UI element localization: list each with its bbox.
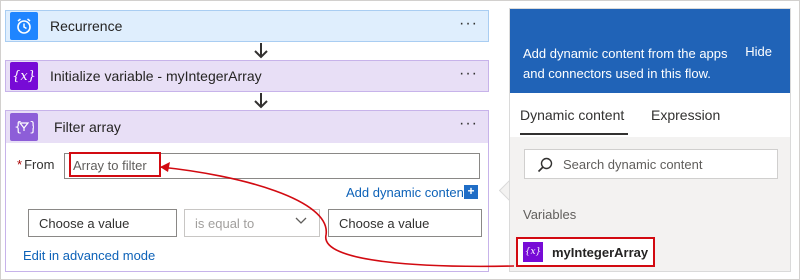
recurrence-card[interactable]: Recurrence ··· xyxy=(5,10,489,42)
flow-arrow-down-icon xyxy=(254,93,268,109)
condition-operator-select[interactable]: is equal to xyxy=(184,209,320,237)
filter-array-header[interactable]: { } Filter array ··· xyxy=(6,111,488,143)
flow-arrow-down-icon xyxy=(254,43,268,59)
filter-array-more-button[interactable]: ··· xyxy=(459,116,478,132)
panel-header: Add dynamic content from the apps and co… xyxy=(510,9,790,93)
required-mark: * xyxy=(17,157,23,172)
dynamic-content-list: Search dynamic content Variables {x} myI… xyxy=(510,137,790,271)
from-input-highlight xyxy=(69,152,161,177)
chevron-down-icon xyxy=(295,217,307,224)
edit-advanced-mode-link[interactable]: Edit in advanced mode xyxy=(23,248,155,263)
active-tab-indicator xyxy=(520,133,628,135)
condition-right-placeholder: Choose a value xyxy=(339,216,430,231)
recurrence-more-button[interactable]: ··· xyxy=(459,16,478,32)
search-icon xyxy=(537,157,553,173)
filter-array-card: { } Filter array ··· *From Array to filt… xyxy=(5,110,489,272)
add-dynamic-content-link[interactable]: Add dynamic content xyxy=(346,185,467,200)
hide-button[interactable]: Hide xyxy=(745,44,772,59)
condition-left-input[interactable]: Choose a value xyxy=(28,209,177,237)
variable-icon-glyph: {x} xyxy=(12,68,36,84)
tab-expression[interactable]: Expression xyxy=(651,107,720,123)
variables-section-label: Variables xyxy=(523,207,577,222)
recurrence-title: Recurrence xyxy=(50,18,123,34)
filter-array-title: Filter array xyxy=(54,119,121,135)
alarm-clock-icon xyxy=(10,12,38,40)
tab-dynamic-content[interactable]: Dynamic content xyxy=(520,107,624,123)
condition-right-input[interactable]: Choose a value xyxy=(328,209,482,237)
variable-item-myintegerarray[interactable]: {x} myIntegerArray xyxy=(516,237,655,267)
filter-icon: { } xyxy=(10,113,38,141)
initialize-variable-title: Initialize variable - myIntegerArray xyxy=(50,68,262,84)
from-label-text: From xyxy=(24,157,55,172)
panel-tabs: Dynamic content Expression xyxy=(510,93,790,138)
search-input[interactable]: Search dynamic content xyxy=(524,149,778,179)
add-dynamic-content-plus-icon[interactable]: + xyxy=(464,185,478,199)
dynamic-content-panel: Add dynamic content from the apps and co… xyxy=(509,8,791,272)
svg-text:}: } xyxy=(29,120,34,135)
from-label: * From xyxy=(17,157,54,172)
variable-icon: {x} xyxy=(10,62,38,90)
initialize-variable-card[interactable]: {x} Initialize variable - myIntegerArray… xyxy=(5,60,489,92)
initialize-variable-more-button[interactable]: ··· xyxy=(459,66,478,82)
variable-item-label: myIntegerArray xyxy=(552,245,649,260)
condition-operator-value: is equal to xyxy=(195,216,255,231)
condition-left-placeholder: Choose a value xyxy=(39,216,130,231)
panel-description: Add dynamic content from the apps and co… xyxy=(523,46,728,81)
variable-icon: {x} xyxy=(523,242,543,262)
search-placeholder: Search dynamic content xyxy=(563,157,703,172)
svg-text:{: { xyxy=(14,120,22,135)
